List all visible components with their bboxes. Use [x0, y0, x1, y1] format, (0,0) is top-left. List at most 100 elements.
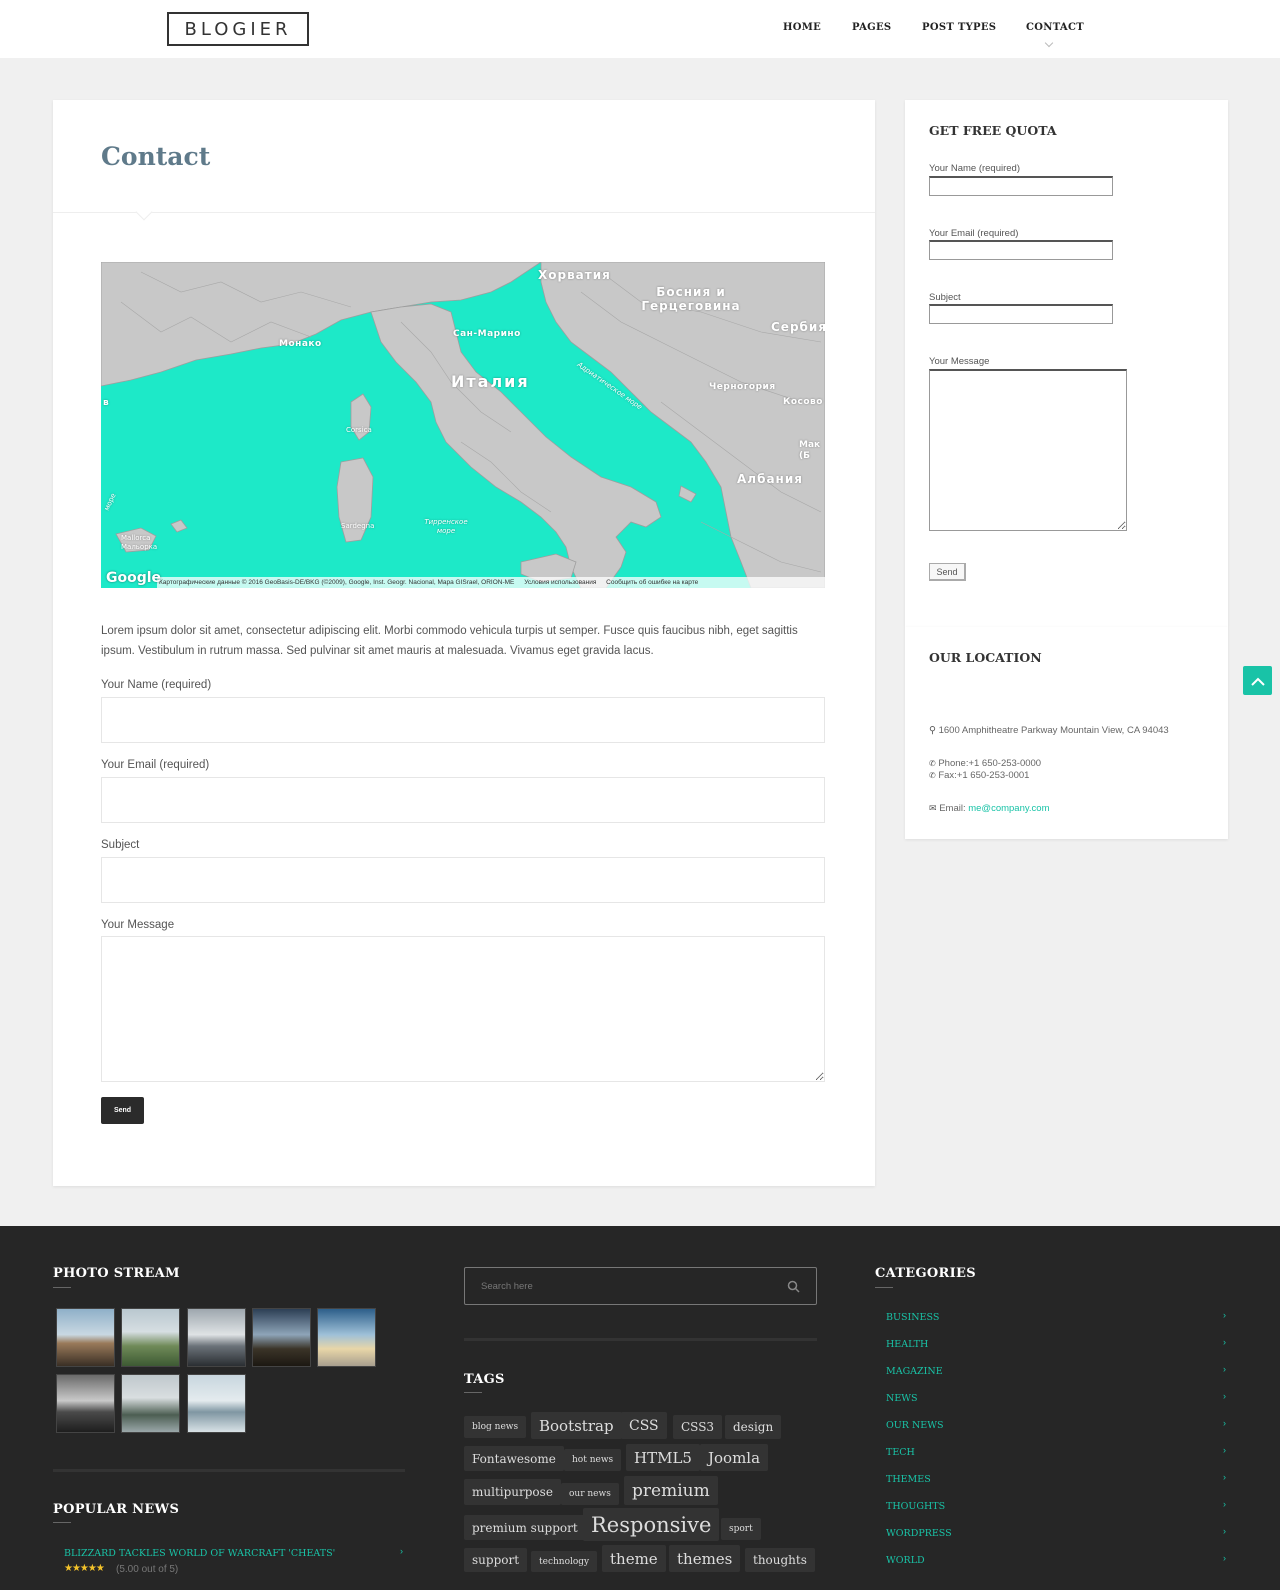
email-link[interactable]: me@company.com	[968, 803, 1049, 814]
category-themes[interactable]: THEMES	[886, 1474, 931, 1485]
fax-icon: ✆	[929, 771, 936, 780]
tag-responsive[interactable]: Responsive	[583, 1508, 720, 1541]
category-chevron-icon: ›	[1223, 1364, 1226, 1374]
tag-bootstrap[interactable]: Bootstrap	[531, 1412, 622, 1439]
map-label-italy: Италия	[451, 372, 530, 391]
map-label-serbia: Сербия	[771, 320, 825, 334]
message-textarea[interactable]	[101, 936, 825, 1082]
envelope-icon: ✉	[929, 803, 937, 813]
map-label-mallorca-ru: Мальорка	[121, 543, 158, 551]
footer-mid-divider	[464, 1338, 817, 1341]
tag-sport[interactable]: sport	[721, 1518, 761, 1540]
quota-message-textarea[interactable]	[929, 369, 1127, 531]
popular-news-link[interactable]: BLIZZARD TACKLES WORLD OF WARCRAFT 'CHEA…	[64, 1548, 335, 1559]
tag-themes[interactable]: themes	[669, 1545, 741, 1572]
tag-support[interactable]: support	[464, 1548, 528, 1572]
category-our-news[interactable]: OUR NEWS	[886, 1420, 944, 1431]
email-line: ✉ Email: me@company.com	[929, 803, 1050, 814]
photo-thumb-1[interactable]	[56, 1308, 115, 1367]
map-label-croatia: Хорватия	[538, 268, 611, 282]
category-business[interactable]: BUSINESS	[886, 1312, 939, 1323]
map-label-corsica: Corsica	[346, 426, 372, 434]
category-world[interactable]: WORLD	[886, 1555, 925, 1566]
nav-post-types[interactable]: POST TYPES	[922, 22, 996, 33]
site-footer: PHOTO STREAM POPULAR NEWS BLIZZARD TACKL…	[0, 1226, 1280, 1590]
map-attribution: Картографические данные © 2016 GeoBasis-…	[157, 577, 825, 588]
location-widget: OUR LOCATION ⚲ 1600 Amphitheatre Parkway…	[905, 627, 1228, 839]
photo-thumb-3[interactable]	[187, 1308, 246, 1367]
category-health[interactable]: HEALTH	[886, 1339, 928, 1350]
send-button[interactable]: Send	[101, 1097, 144, 1124]
location-map[interactable]: Хорватия Босния и Герцеговина Сербия Сан…	[101, 262, 825, 588]
nav-pages[interactable]: PAGES	[852, 22, 891, 33]
tag-theme[interactable]: theme	[602, 1545, 666, 1572]
tag-our-news[interactable]: our news	[561, 1483, 619, 1505]
category-chevron-icon: ›	[1223, 1418, 1226, 1428]
message-label: Your Message	[101, 919, 175, 931]
tag-thoughts[interactable]: thoughts	[745, 1548, 815, 1572]
photo-thumb-6[interactable]	[56, 1374, 115, 1433]
photo-thumb-7[interactable]	[121, 1374, 180, 1433]
nav-contact[interactable]: CONTACT	[1026, 22, 1084, 33]
quota-message-label: Your Message	[929, 356, 990, 367]
site-logo[interactable]: BLOGIER	[167, 12, 309, 46]
tag-joomla[interactable]: Joomla	[700, 1444, 769, 1471]
popular-news-underline	[53, 1522, 71, 1523]
tag-html5[interactable]: HTML5	[626, 1444, 700, 1471]
map-label-bosnia: Босния и Герцеговина	[641, 285, 741, 313]
quota-name-label: Your Name (required)	[929, 163, 1020, 174]
categories-title: CATEGORIES	[875, 1266, 976, 1281]
map-label-kosovo: Косово	[783, 397, 823, 407]
intro-text: Lorem ipsum dolor sit amet, consectetur …	[101, 625, 798, 657]
popular-news-chevron-icon: ›	[400, 1546, 403, 1556]
map-label-montenegro: Черногория	[709, 382, 776, 392]
tag-css[interactable]: CSS	[621, 1412, 667, 1439]
email-input[interactable]	[101, 777, 825, 823]
fax-text: Fax:+1 650-253-0001	[938, 770, 1030, 781]
email-label: Your Email (required)	[101, 759, 210, 771]
quota-name-input[interactable]	[929, 176, 1113, 196]
tag-fontawesome[interactable]: Fontawesome	[464, 1446, 564, 1471]
quota-send-button[interactable]: Send	[929, 563, 966, 581]
tag-blog-news[interactable]: blog news	[464, 1416, 527, 1438]
category-chevron-icon: ›	[1223, 1472, 1226, 1482]
footer-search[interactable]: Search here	[464, 1267, 817, 1305]
tag-premium-support[interactable]: premium support	[464, 1515, 586, 1540]
category-chevron-icon: ›	[1223, 1445, 1226, 1455]
quota-subject-input[interactable]	[929, 304, 1113, 324]
map-label-edge: в	[103, 398, 109, 408]
footer-left-divider	[53, 1469, 405, 1472]
name-input[interactable]	[101, 697, 825, 743]
search-placeholder: Search here	[481, 1281, 533, 1292]
category-chevron-icon: ›	[1223, 1310, 1226, 1320]
quota-email-input[interactable]	[929, 240, 1113, 260]
map-marker-icon: ⚲	[929, 725, 936, 736]
category-thoughts[interactable]: THOUGHTS	[886, 1501, 945, 1512]
subject-input[interactable]	[101, 857, 825, 903]
tag-css3[interactable]: CSS3	[673, 1415, 723, 1439]
search-icon[interactable]	[787, 1280, 800, 1293]
nav-home[interactable]: HOME	[783, 22, 821, 33]
photo-thumb-5[interactable]	[317, 1308, 376, 1367]
category-chevron-icon: ›	[1223, 1499, 1226, 1509]
map-report-link[interactable]: Сообщить об ошибке на карте	[606, 579, 698, 586]
category-news[interactable]: NEWS	[886, 1393, 918, 1404]
back-to-top-button[interactable]	[1243, 666, 1272, 695]
tag-technology[interactable]: technology	[531, 1551, 598, 1572]
category-wordpress[interactable]: WORDPRESS	[886, 1528, 952, 1539]
photo-thumb-2[interactable]	[121, 1308, 180, 1367]
categories-underline	[875, 1287, 893, 1288]
tag-multipurpose[interactable]: multipurpose	[464, 1479, 561, 1505]
category-chevron-icon: ›	[1223, 1553, 1226, 1563]
photo-stream-title: PHOTO STREAM	[53, 1266, 180, 1281]
subject-label: Subject	[101, 839, 140, 851]
map-terms-link[interactable]: Условия использования	[524, 579, 596, 586]
photo-thumb-4[interactable]	[252, 1308, 311, 1367]
tag-premium[interactable]: premium	[624, 1476, 718, 1505]
tag-hot-news[interactable]: hot news	[564, 1449, 622, 1471]
google-logo[interactable]: Google	[106, 570, 161, 586]
category-magazine[interactable]: MAGAZINE	[886, 1366, 943, 1377]
category-tech[interactable]: TECH	[886, 1447, 915, 1458]
tag-design[interactable]: design	[725, 1415, 782, 1439]
photo-thumb-8[interactable]	[187, 1374, 246, 1433]
